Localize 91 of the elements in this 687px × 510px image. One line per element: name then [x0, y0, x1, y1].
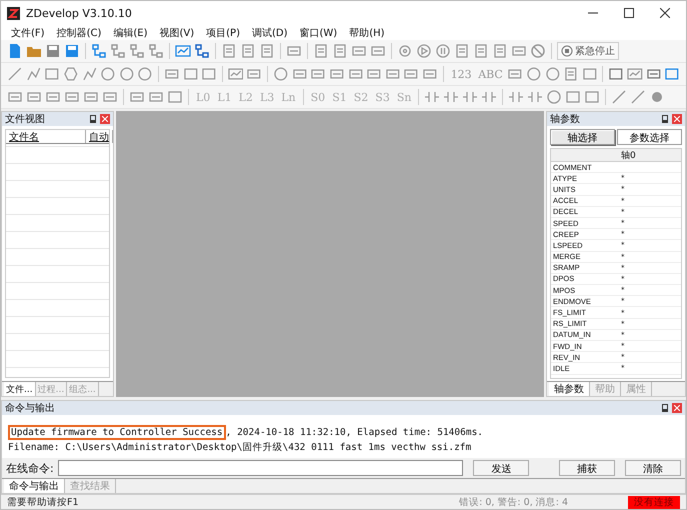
menu-item[interactable]: 项目(P)	[206, 26, 240, 40]
rect-icon[interactable]	[565, 89, 582, 105]
document-icon[interactable]	[563, 66, 579, 82]
panel-tab[interactable]: 轴参数	[549, 382, 590, 396]
status-hint: 需要帮助请按F1	[7, 496, 80, 508]
command-button[interactable]: 捕获	[559, 460, 616, 476]
circle-icon[interactable]	[137, 66, 153, 82]
rect-icon[interactable]	[182, 66, 198, 82]
line-icon[interactable]	[7, 66, 23, 82]
network-icon[interactable]	[91, 43, 107, 59]
selector-button[interactable]: 参数选择	[617, 129, 682, 145]
menu-item[interactable]: 调试(D)	[252, 26, 288, 40]
output-text: , 2024-10-18 11:32:10, Elapsed time: 51406ms.	[226, 427, 484, 438]
contact-icon[interactable]	[481, 89, 498, 105]
contact-icon[interactable]	[462, 89, 478, 105]
contact-icon[interactable]	[443, 89, 460, 105]
network-icon[interactable]	[110, 43, 126, 59]
play-icon[interactable]	[416, 43, 432, 59]
menu-item[interactable]: 文件(F)	[11, 26, 45, 40]
command-button[interactable]: 发送	[473, 460, 530, 476]
save-icon[interactable]	[64, 43, 80, 59]
document-icon[interactable]	[240, 43, 256, 59]
circle-icon[interactable]	[118, 66, 134, 82]
column-header[interactable]: 自动	[86, 130, 113, 143]
contact-icon[interactable]	[527, 89, 544, 105]
target-icon[interactable]	[397, 43, 413, 59]
pin-icon[interactable]	[662, 115, 668, 123]
chart-icon[interactable]	[175, 43, 191, 59]
highlighted-message: Update firmware to Controller Success	[8, 425, 226, 440]
polyline-icon[interactable]	[26, 66, 42, 82]
document-icon[interactable]	[332, 43, 348, 59]
menu-item[interactable]: 帮助(H)	[349, 26, 385, 40]
nosign-icon[interactable]	[530, 43, 546, 59]
document-icon[interactable]	[473, 43, 489, 59]
panel-title: 轴参数	[550, 112, 581, 126]
network-icon[interactable]	[129, 43, 145, 59]
window-title: ZDevelop V3.10.10	[26, 6, 133, 20]
command-input[interactable]	[58, 460, 464, 476]
rect-icon[interactable]	[582, 66, 598, 82]
pin-icon[interactable]	[662, 404, 668, 412]
document-icon[interactable]	[7, 43, 23, 59]
panel-tab[interactable]: 命令与输出	[4, 479, 65, 493]
circle-icon[interactable]	[273, 66, 289, 82]
document-icon[interactable]	[454, 43, 470, 59]
document-icon[interactable]	[313, 43, 329, 59]
stop-icon	[561, 45, 573, 57]
rect-icon[interactable]	[44, 66, 60, 82]
network-icon[interactable]	[148, 43, 164, 59]
polyline-icon[interactable]	[82, 66, 98, 82]
menu-item[interactable]: 控制器(C)	[56, 26, 102, 40]
command-button[interactable]: 清除	[625, 460, 681, 476]
line-icon[interactable]	[630, 89, 646, 105]
panel-tab[interactable]: 文件...	[4, 382, 36, 396]
selector-button[interactable]: 轴选择	[550, 129, 615, 145]
command-label: 在线命令:	[6, 460, 54, 476]
status-counts: 错误: 0, 警告: 0, 消息: 4	[459, 496, 568, 508]
circle-icon[interactable]	[526, 66, 542, 82]
document-icon[interactable]	[259, 43, 275, 59]
pin-icon[interactable]	[90, 115, 96, 123]
document-icon[interactable]	[492, 43, 508, 59]
app-logo-icon	[7, 6, 20, 20]
column-header[interactable]: 文件名	[6, 130, 86, 143]
contact-icon[interactable]	[508, 89, 524, 105]
hexagon-icon[interactable]	[62, 66, 78, 82]
rect-icon[interactable]	[167, 89, 183, 105]
rect-icon[interactable]	[584, 89, 600, 105]
save-icon[interactable]	[45, 43, 61, 59]
panel-title: 文件视图	[5, 112, 46, 126]
maximize-icon[interactable]	[624, 8, 634, 18]
menu-item[interactable]: 视图(V)	[159, 26, 194, 40]
rect-icon[interactable]	[664, 66, 680, 82]
network-icon[interactable]	[194, 43, 210, 59]
line-icon[interactable]	[611, 89, 628, 105]
chart-icon[interactable]	[627, 66, 643, 82]
output-line: Filename: C:\Users\Administrator\Desktop\固件升级\432 0111 fast 1ms vecthw ssi.zfm	[8, 441, 472, 455]
contact-icon[interactable]	[424, 89, 440, 105]
rect-icon[interactable]	[608, 66, 624, 82]
circle-icon[interactable]	[544, 66, 560, 82]
chart-icon[interactable]	[228, 66, 244, 82]
panel-title: 命令与输出	[5, 402, 56, 415]
connection-status: 没有连接	[628, 496, 680, 508]
menu-item[interactable]: 编辑(E)	[113, 26, 148, 40]
emergency-stop-button[interactable]: 紧急停止	[557, 42, 619, 60]
rect-icon[interactable]	[201, 66, 217, 82]
menu-item[interactable]: 窗口(W)	[300, 26, 338, 40]
circle-icon[interactable]	[546, 89, 562, 105]
close-icon[interactable]	[660, 8, 670, 18]
circle-icon[interactable]	[100, 66, 116, 82]
document-icon[interactable]	[221, 43, 237, 59]
column-header: 轴0	[620, 150, 636, 161]
pause-icon[interactable]	[435, 43, 451, 59]
